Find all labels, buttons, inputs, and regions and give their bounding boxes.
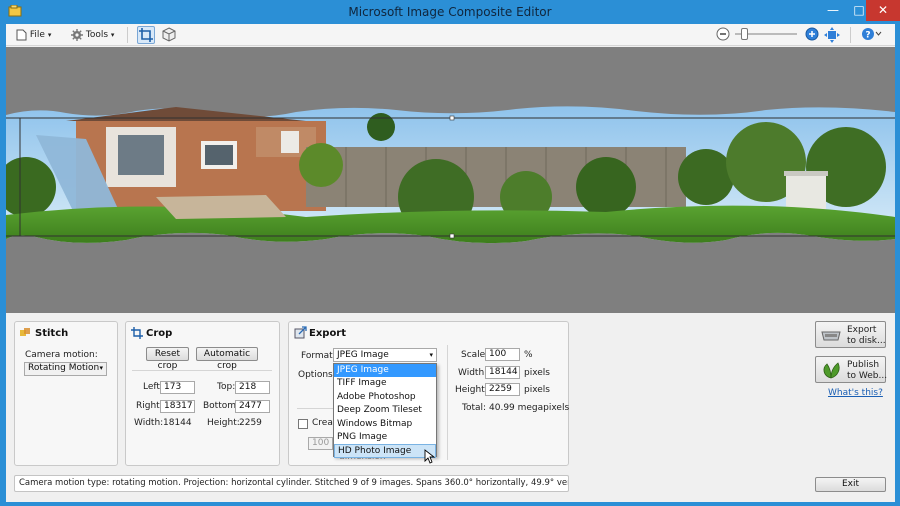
crop-icon [131, 327, 143, 339]
export-title: Export [309, 328, 347, 339]
globe-plant-icon [823, 362, 840, 379]
format-option-hd-photo[interactable]: HD Photo Image [334, 444, 436, 458]
export-height-label: Height: [455, 385, 488, 395]
size-input[interactable]: 100 [308, 437, 333, 450]
minimize-button[interactable]: — [820, 0, 846, 21]
scale-unit: % [524, 350, 533, 360]
crop-left-input[interactable]: 173 [160, 381, 195, 394]
crop-width-label: Width: [134, 418, 164, 428]
toolbar-divider [127, 27, 128, 43]
export-height-unit: pixels [524, 385, 550, 395]
format-option-png[interactable]: PNG Image [334, 431, 436, 444]
crop-bottom-input[interactable]: 2477 [235, 400, 270, 413]
crop-top-label: Top: [217, 382, 236, 392]
disk-icon [821, 331, 841, 341]
zoom-in-button[interactable] [805, 27, 819, 44]
chevron-down-icon: ▾ [429, 351, 433, 359]
zoom-out-icon [716, 27, 730, 41]
crop-divider [132, 370, 272, 371]
tools-menu[interactable]: Tools ▾ [71, 26, 114, 44]
publish-to-web-button[interactable]: Publish to Web... [815, 356, 888, 383]
publish-label-2: to Web... [847, 371, 888, 381]
zoom-out-button[interactable] [716, 27, 730, 44]
zoom-slider-thumb[interactable] [741, 28, 748, 40]
create-checkbox[interactable] [298, 419, 308, 429]
crop-tool-button[interactable] [137, 26, 155, 44]
stitch-title: Stitch [35, 328, 69, 339]
format-select[interactable]: JPEG Image ▾ [333, 348, 437, 362]
export-width-unit: pixels [524, 368, 550, 378]
window-title: Microsoft Image Composite Editor [348, 5, 552, 19]
format-option-bitmap[interactable]: Windows Bitmap [334, 418, 436, 431]
export-to-disk-button[interactable]: Export to disk... [815, 321, 886, 348]
stitch-panel [14, 321, 118, 466]
camera-motion-label: Camera motion: [25, 350, 98, 360]
reset-crop-button[interactable]: Reset crop [146, 347, 189, 371]
export-icon [294, 326, 307, 339]
camera-motion-select[interactable]: Rotating Motion ▾ [24, 362, 107, 376]
crop-width-value: 18144 [163, 418, 192, 428]
crop-top-input[interactable]: 218 [235, 381, 270, 394]
whats-this-link[interactable]: What's this? [828, 388, 883, 398]
tools-menu-label: Tools [85, 30, 109, 40]
fit-to-window-button[interactable] [824, 27, 840, 46]
crop-title: Crop [146, 328, 173, 339]
status-bar: Camera motion type: rotating motion. Pro… [14, 475, 569, 492]
format-dropdown-list: JPEG Image TIFF Image Adobe Photoshop De… [333, 363, 437, 458]
file-menu[interactable]: File ▾ [16, 26, 51, 44]
help-icon: ? [862, 28, 882, 41]
crop-right-label: Right: [136, 401, 163, 411]
export-vertical-divider [447, 345, 448, 460]
help-button[interactable]: ? [861, 27, 883, 44]
export-width-label: Width: [458, 368, 488, 378]
scale-input[interactable]: 100 [485, 348, 520, 361]
stitch-icon [20, 328, 30, 336]
zoom-in-icon [805, 27, 819, 41]
close-button[interactable]: ✕ [866, 0, 900, 21]
format-option-photoshop[interactable]: Adobe Photoshop [334, 391, 436, 404]
format-label: Format: [301, 351, 336, 361]
crop-bottom-label: Bottom: [203, 401, 240, 411]
format-option-jpeg[interactable]: JPEG Image [334, 364, 436, 378]
format-option-tiff[interactable]: TIFF Image [334, 377, 436, 390]
orientation-tool-button[interactable] [161, 27, 177, 46]
publish-label-1: Publish [847, 360, 880, 370]
format-select-value: JPEG Image [337, 350, 389, 360]
fit-to-window-icon [824, 27, 840, 43]
total-label: Total: [462, 403, 487, 413]
file-icon [16, 29, 27, 40]
mouse-cursor-icon [424, 449, 435, 464]
export-divider [297, 408, 333, 409]
toolbar-divider [850, 27, 851, 43]
gear-icon [71, 28, 83, 41]
crop-height-value: 2259 [239, 418, 262, 428]
file-menu-label: File [29, 30, 45, 40]
export-height-input[interactable]: 2259 [485, 383, 520, 396]
exit-button[interactable]: Exit [815, 477, 886, 492]
export-width-input[interactable]: 18144 [485, 366, 520, 379]
svg-text:?: ? [865, 31, 870, 41]
chevron-down-icon: ▾ [99, 364, 103, 372]
format-option-deep-zoom[interactable]: Deep Zoom Tileset [334, 404, 436, 417]
crop-icon [139, 28, 153, 42]
crop-right-input[interactable]: 18317 [160, 400, 195, 413]
crop-height-label: Height: [207, 418, 240, 428]
total-value: 40.99 megapixels [489, 403, 570, 413]
export-to-disk-label-1: Export [847, 325, 877, 335]
cube-icon [162, 27, 176, 42]
automatic-crop-button[interactable]: Automatic crop [196, 347, 258, 371]
export-to-disk-label-2: to disk... [847, 336, 886, 346]
camera-motion-value: Rotating Motion [28, 363, 100, 373]
options-label: Options: [298, 370, 336, 380]
panorama-image[interactable] [6, 47, 895, 313]
